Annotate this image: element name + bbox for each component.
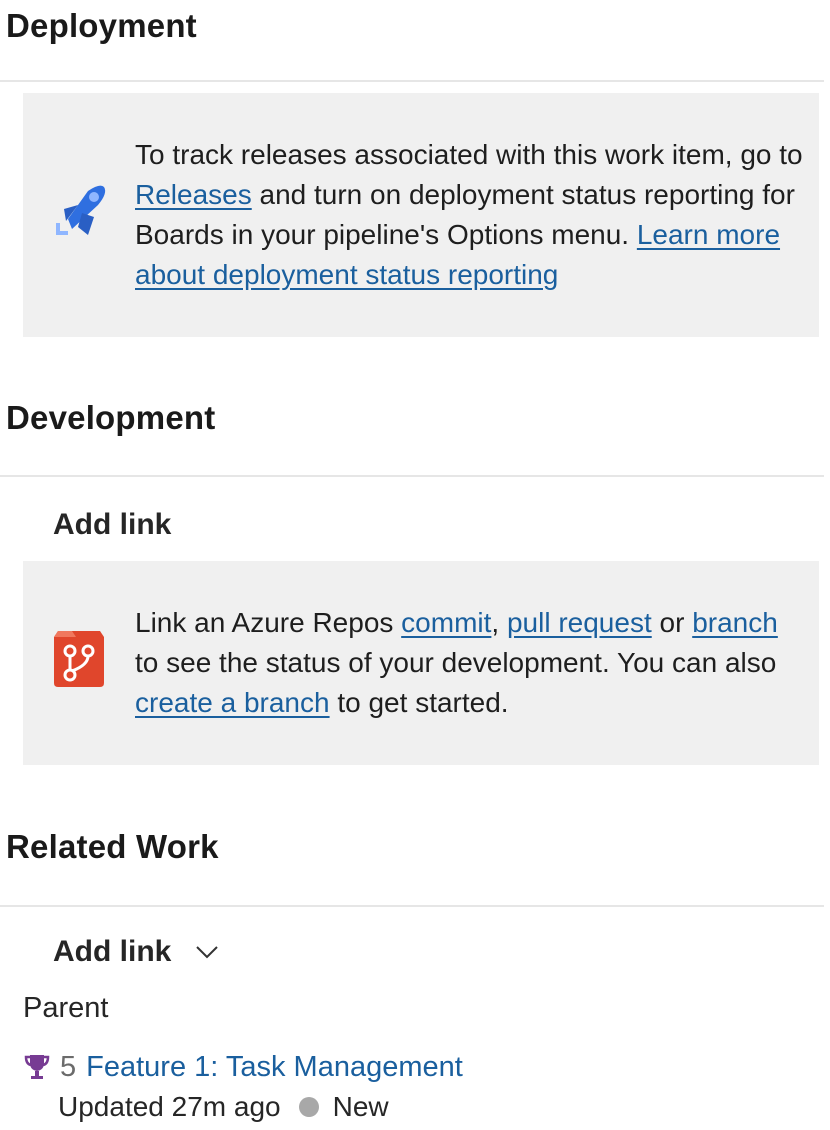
- deployment-icon-wrap: [23, 179, 135, 252]
- development-icon-wrap: [23, 625, 135, 702]
- related-work-add-link-button[interactable]: Add link: [53, 932, 219, 972]
- deployment-message-text-1: To track releases associated with this w…: [135, 139, 803, 170]
- chevron-down-icon: [195, 945, 219, 959]
- development-divider: [0, 475, 824, 477]
- releases-link[interactable]: Releases: [135, 179, 252, 210]
- development-title: Development: [6, 399, 216, 436]
- state-indicator-dot: [298, 1097, 319, 1117]
- list-item: 5 Feature 1: Task Management Updated 27m…: [24, 1047, 463, 1127]
- development-message-text-2: or: [651, 607, 693, 638]
- deployment-divider: [0, 80, 824, 82]
- parent-group-label: Parent: [23, 992, 109, 1024]
- create-branch-link[interactable]: create a branch: [135, 687, 330, 718]
- development-message-text-4: to get started.: [329, 687, 509, 718]
- development-message: Link an Azure Repos commit, pull request…: [135, 603, 819, 723]
- development-message-text-3: to see the status of your development. Y…: [135, 647, 777, 678]
- work-item-meta-row: Updated 27m ago New: [58, 1087, 463, 1127]
- deployment-section: Deployment: [0, 0, 830, 82]
- work-item-title-link[interactable]: Feature 1: Task Management: [86, 1047, 463, 1087]
- related-work-divider: [0, 905, 824, 907]
- development-add-link-button[interactable]: Add link: [53, 505, 171, 545]
- development-message-text-1: Link an Azure Repos: [135, 607, 402, 638]
- deployment-info-box: To track releases associated with this w…: [23, 93, 819, 337]
- deployment-message: To track releases associated with this w…: [135, 135, 819, 295]
- repos-branch-icon: [48, 625, 110, 702]
- work-item-updated: Updated 27m ago: [58, 1091, 281, 1122]
- related-work-section: Related Work: [0, 827, 830, 907]
- development-info-box: Link an Azure Repos commit, pull request…: [23, 561, 819, 765]
- deployment-title: Deployment: [6, 7, 197, 44]
- work-item-title-row: 5 Feature 1: Task Management: [24, 1047, 463, 1087]
- commit-link[interactable]: commit: [401, 607, 491, 638]
- related-work-add-link-label: Add link: [53, 935, 172, 968]
- pipelines-rocket-icon: [48, 179, 110, 252]
- development-message-sep: ,: [491, 607, 507, 638]
- branch-link[interactable]: branch: [692, 607, 778, 638]
- trophy-icon: [24, 1053, 50, 1081]
- work-item-links-panel: Deployment To track releases associated …: [0, 0, 830, 1130]
- work-item-state: New: [332, 1091, 389, 1122]
- development-section: Development: [0, 398, 830, 477]
- related-work-title: Related Work: [6, 828, 219, 865]
- work-item-id: 5: [60, 1051, 77, 1083]
- pull-request-link[interactable]: pull request: [507, 607, 652, 638]
